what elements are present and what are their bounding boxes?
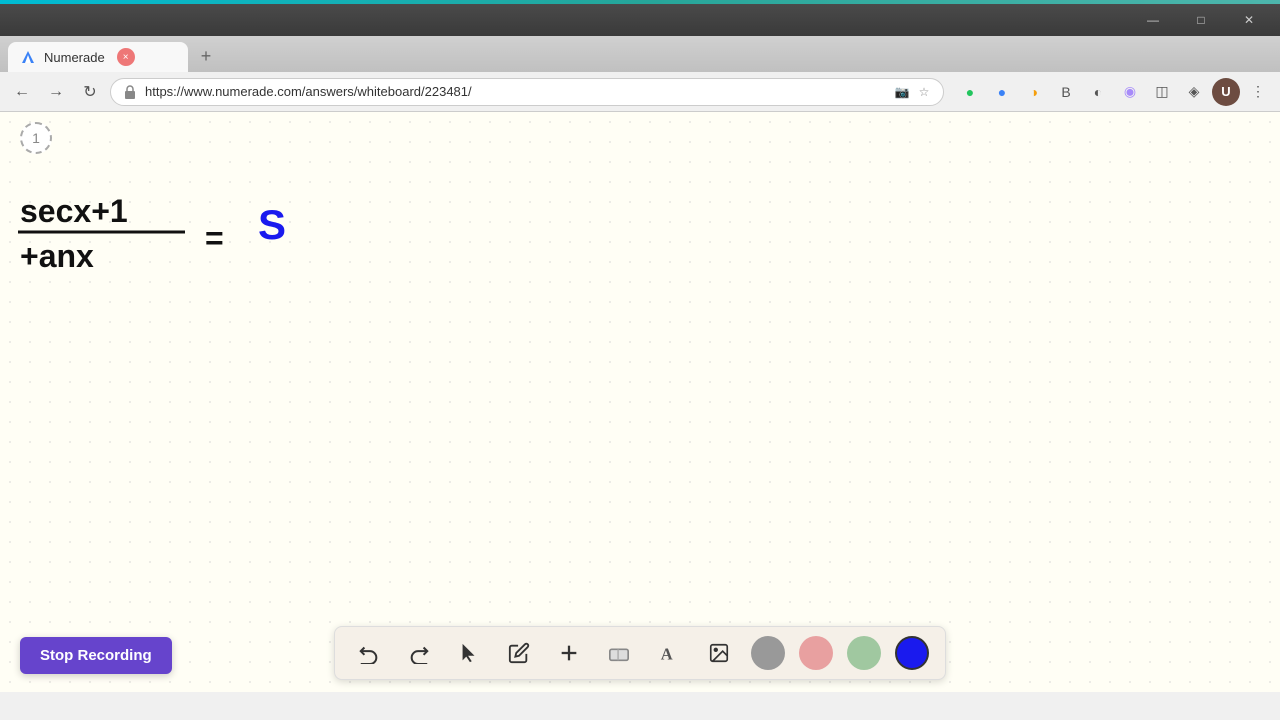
bottom-toolbar: A — [334, 626, 946, 680]
redo-button[interactable] — [401, 635, 437, 671]
text-tool-button[interactable]: A — [651, 635, 687, 671]
add-element-button[interactable] — [551, 635, 587, 671]
extension-1-icon[interactable]: ● — [956, 78, 984, 106]
whiteboard-canvas[interactable]: 1 secx+1 +anx = S — [0, 112, 1280, 692]
browser-chrome: — □ ✕ Numerade × + ← — [0, 0, 1280, 112]
more-options-icon[interactable]: ⋮ — [1244, 78, 1272, 106]
color-gray[interactable] — [751, 636, 785, 670]
page-number-indicator: 1 — [20, 122, 52, 154]
extension-3-icon[interactable]: ◑ — [1020, 78, 1048, 106]
address-bar[interactable]: https://www.numerade.com/answers/whitebo… — [110, 78, 944, 106]
pen-tool-button[interactable] — [501, 635, 537, 671]
extension-7-icon[interactable]: ◫ — [1148, 78, 1176, 106]
back-button[interactable]: ← — [8, 78, 36, 106]
window-controls: — □ ✕ — [1130, 4, 1272, 36]
tab-bar: Numerade × + — [0, 36, 1280, 72]
url-text: https://www.numerade.com/answers/whitebo… — [145, 84, 887, 99]
profile-avatar[interactable]: U — [1212, 78, 1240, 106]
select-tool-button[interactable] — [451, 635, 487, 671]
lock-icon — [121, 83, 139, 101]
svg-text:=: = — [205, 220, 224, 256]
image-insert-button[interactable] — [701, 635, 737, 671]
extension-8-icon[interactable]: ◈ — [1180, 78, 1208, 106]
forward-button[interactable]: → — [42, 78, 70, 106]
refresh-button[interactable]: ↻ — [76, 78, 104, 106]
close-button[interactable]: ✕ — [1226, 4, 1272, 36]
address-bar-icons: 📷 ☆ — [893, 83, 933, 101]
screenshot-icon[interactable]: 📷 — [893, 83, 911, 101]
stop-recording-button[interactable]: Stop Recording — [20, 637, 172, 674]
extension-5-icon[interactable]: ◐ — [1084, 78, 1112, 106]
tab-close-button[interactable]: × — [117, 48, 135, 66]
svg-text:+anx: +anx — [20, 238, 94, 274]
svg-text:secx+1: secx+1 — [20, 193, 128, 229]
svg-text:S: S — [258, 201, 286, 248]
color-green[interactable] — [847, 636, 881, 670]
math-handwriting: secx+1 +anx = S — [10, 167, 330, 347]
color-pink[interactable] — [799, 636, 833, 670]
browser-action-buttons: ● ● ◑ B ◐ ◉ ◫ ◈ U ⋮ — [956, 78, 1272, 106]
extension-6-icon[interactable]: ◉ — [1116, 78, 1144, 106]
color-blue[interactable] — [895, 636, 929, 670]
svg-text:A: A — [661, 644, 673, 663]
undo-button[interactable] — [351, 635, 387, 671]
eraser-tool-button[interactable] — [601, 635, 637, 671]
maximize-button[interactable]: □ — [1178, 4, 1224, 36]
tab-title-text: Numerade — [44, 50, 105, 65]
active-tab[interactable]: Numerade × — [8, 42, 188, 72]
minimize-button[interactable]: — — [1130, 4, 1176, 36]
tab-favicon-icon — [20, 49, 36, 65]
extension-2-icon[interactable]: ● — [988, 78, 1016, 106]
nav-bar: ← → ↻ https://www.numerade.com/answers/w… — [0, 72, 1280, 112]
title-bar: — □ ✕ — [0, 4, 1280, 36]
bookmark-icon[interactable]: ☆ — [915, 83, 933, 101]
new-tab-button[interactable]: + — [192, 42, 220, 70]
extension-4-icon[interactable]: B — [1052, 78, 1080, 106]
